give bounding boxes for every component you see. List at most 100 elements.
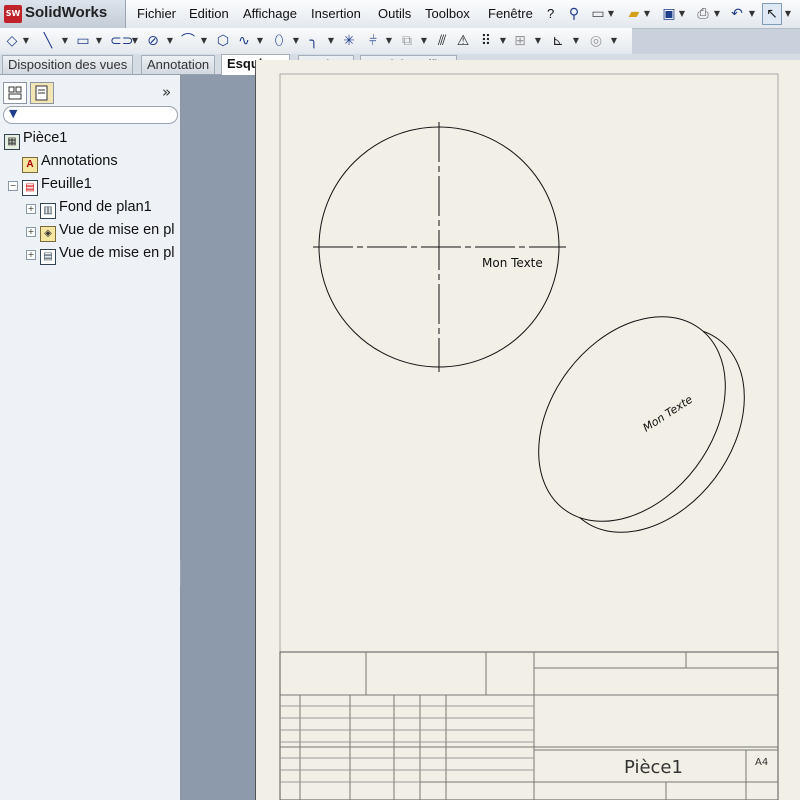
drawing-view-icon: ▤ bbox=[40, 249, 56, 265]
ellipse-icon[interactable]: ⬯ bbox=[271, 31, 287, 51]
spline-dropdown-icon[interactable]: ▼ bbox=[256, 31, 264, 51]
expand-fond-de-plan-toggle[interactable]: + bbox=[26, 204, 36, 214]
menu-bar: SW SolidWorks Fichier Edition Affichage … bbox=[0, 0, 800, 29]
title-block[interactable]: Pièce1 A4 bbox=[279, 651, 779, 800]
expand-view2-toggle[interactable]: + bbox=[26, 250, 36, 260]
filter-funnel-icon: ▼ bbox=[9, 107, 18, 120]
fillet-dropdown-icon[interactable]: ▼ bbox=[327, 31, 335, 51]
tree-filter-input[interactable]: ▼ bbox=[3, 106, 178, 124]
tree-item-label: Pièce1 bbox=[23, 130, 68, 146]
drawing-view-icon: ◈ bbox=[40, 226, 56, 242]
repair-dropdown-icon[interactable]: ▼ bbox=[610, 31, 618, 51]
slot-icon[interactable]: ⊂⊃ bbox=[110, 31, 133, 51]
menu-toolbox[interactable]: Toolbox bbox=[425, 6, 470, 21]
point-icon[interactable]: ✳ bbox=[342, 31, 356, 51]
ellipse-dropdown-icon[interactable]: ▼ bbox=[292, 31, 300, 51]
disk-front-face bbox=[538, 316, 726, 522]
undo-dropdown-icon[interactable]: ▼ bbox=[748, 4, 756, 24]
drawing-canvas: Mon Texte Mon Texte Pièce1 A4 bbox=[279, 73, 783, 800]
tree-item-label: Vue de mise en pl bbox=[59, 245, 175, 261]
mirror-entities-icon[interactable]: ⫻ bbox=[434, 31, 450, 51]
menu-edition[interactable]: Edition bbox=[189, 6, 229, 21]
front-view-text[interactable]: Mon Texte bbox=[482, 256, 543, 270]
slot-dropdown-icon[interactable]: ▼ bbox=[131, 31, 139, 51]
dimension-dropdown-icon[interactable]: ▼ bbox=[22, 31, 30, 51]
select-arrow-icon[interactable]: ↖ bbox=[762, 3, 782, 25]
menu-affichage[interactable]: Affichage bbox=[243, 6, 297, 21]
rectangle-icon[interactable]: ▭ bbox=[75, 31, 91, 51]
drawing-document-icon: ▦ bbox=[4, 134, 20, 150]
menu-outils[interactable]: Outils bbox=[378, 6, 411, 21]
tab-disposition-des-vues[interactable]: Disposition des vues bbox=[2, 55, 134, 74]
new-dropdown-icon[interactable]: ▼ bbox=[607, 4, 615, 24]
tree-item-label: Vue de mise en pl bbox=[59, 222, 175, 238]
title-block-frame bbox=[279, 651, 779, 800]
polygon-icon[interactable]: ⬡ bbox=[215, 31, 231, 51]
undo-icon[interactable]: ↶ bbox=[729, 4, 745, 24]
trim-entities-icon[interactable]: ⫩ bbox=[364, 31, 382, 51]
tree-item-root[interactable]: ▦ Pièce1 bbox=[4, 130, 67, 150]
save-dropdown-icon[interactable]: ▼ bbox=[678, 4, 686, 24]
tree-item-annotations[interactable]: A Annotations bbox=[22, 153, 118, 173]
expand-view1-toggle[interactable]: + bbox=[26, 227, 36, 237]
convert-dropdown-icon[interactable]: ▼ bbox=[420, 31, 428, 51]
property-manager-tab-icon[interactable] bbox=[30, 82, 54, 104]
arc-dropdown-icon[interactable]: ▼ bbox=[200, 31, 208, 51]
circle-icon[interactable]: ⊘ bbox=[145, 31, 161, 51]
title-block-part-name[interactable]: Pièce1 bbox=[624, 757, 683, 778]
front-view[interactable]: Mon Texte bbox=[313, 122, 566, 372]
tree-item-view-2[interactable]: ▤ Vue de mise en pl bbox=[40, 245, 175, 265]
relations-dropdown-icon[interactable]: ▼ bbox=[572, 31, 580, 51]
tab-annotation[interactable]: Annotation bbox=[141, 55, 216, 74]
tree-item-label: Annotations bbox=[41, 153, 118, 169]
select-dropdown-icon[interactable]: ▼ bbox=[784, 4, 792, 24]
display-relations-icon[interactable]: ⊾ bbox=[549, 31, 567, 51]
arc-icon[interactable]: ⌒ bbox=[180, 31, 196, 51]
feature-manager-panel: » ▼ ▦ Pièce1 A Annotations − ▤ Feuille1 + ▥… bbox=[0, 75, 181, 800]
app-name: SolidWorks bbox=[25, 4, 108, 21]
expand-sheet-toggle[interactable]: − bbox=[8, 181, 18, 191]
tree-item-label: Fond de plan1 bbox=[59, 199, 152, 215]
pattern-dropdown-icon[interactable]: ▼ bbox=[499, 31, 507, 51]
fillet-icon[interactable]: ╮ bbox=[306, 31, 322, 51]
tree-item-sheet[interactable]: ▤ Feuille1 bbox=[22, 176, 92, 196]
open-dropdown-icon[interactable]: ▼ bbox=[643, 4, 651, 24]
pin-icon[interactable]: ⚲ bbox=[566, 4, 582, 24]
smart-dimension-icon[interactable]: ◇ bbox=[4, 31, 20, 51]
grid-pattern-icon[interactable]: ⠿ bbox=[478, 31, 494, 51]
tree-item-fond-de-plan[interactable]: ▥ Fond de plan1 bbox=[40, 199, 152, 219]
linear-pattern-icon[interactable]: ⚠ bbox=[455, 31, 471, 51]
rectangle-dropdown-icon[interactable]: ▼ bbox=[95, 31, 103, 51]
sheet-icon: ▤ bbox=[22, 180, 38, 196]
menu-fenetre[interactable]: Fenêtre bbox=[488, 6, 533, 21]
sheet-format-icon: ▥ bbox=[40, 203, 56, 219]
isometric-view[interactable]: Mon Texte bbox=[500, 281, 783, 569]
open-folder-icon[interactable]: ▰ bbox=[626, 4, 642, 24]
print-icon[interactable]: ⎙ bbox=[695, 4, 711, 24]
menu-help[interactable]: ? bbox=[547, 6, 554, 21]
move-entities-icon[interactable]: ⊞ bbox=[512, 31, 528, 51]
circle-dropdown-icon[interactable]: ▼ bbox=[166, 31, 174, 51]
drawing-sheet[interactable]: Mon Texte Mon Texte Pièce1 A4 bbox=[255, 60, 800, 800]
annotations-icon: A bbox=[22, 157, 38, 173]
tree-item-label: Feuille1 bbox=[41, 176, 92, 192]
convert-entities-icon[interactable]: ⧉ bbox=[399, 31, 415, 51]
line-dropdown-icon[interactable]: ▼ bbox=[61, 31, 69, 51]
new-document-icon[interactable]: ▭ bbox=[590, 4, 606, 24]
spline-icon[interactable]: ∿ bbox=[236, 31, 252, 51]
solidworks-logo-icon: SW bbox=[4, 5, 22, 23]
line-icon[interactable]: ╲ bbox=[40, 31, 56, 51]
move-dropdown-icon[interactable]: ▼ bbox=[534, 31, 542, 51]
repair-sketch-icon[interactable]: ◎ bbox=[588, 31, 604, 51]
print-dropdown-icon[interactable]: ▼ bbox=[713, 4, 721, 24]
trim-dropdown-icon[interactable]: ▼ bbox=[385, 31, 393, 51]
menu-insertion[interactable]: Insertion bbox=[311, 6, 361, 21]
title-block-sheet-size[interactable]: A4 bbox=[755, 757, 768, 768]
save-icon[interactable]: ▣ bbox=[661, 4, 677, 24]
collapse-panel-icon[interactable]: » bbox=[162, 83, 171, 101]
panel-tab-strip: » bbox=[0, 75, 180, 105]
app-logo[interactable]: SW SolidWorks bbox=[0, 0, 126, 28]
tree-item-view-1[interactable]: ◈ Vue de mise en pl bbox=[40, 222, 175, 242]
menu-fichier[interactable]: Fichier bbox=[137, 6, 176, 21]
feature-tree-tab-icon[interactable] bbox=[3, 82, 27, 104]
